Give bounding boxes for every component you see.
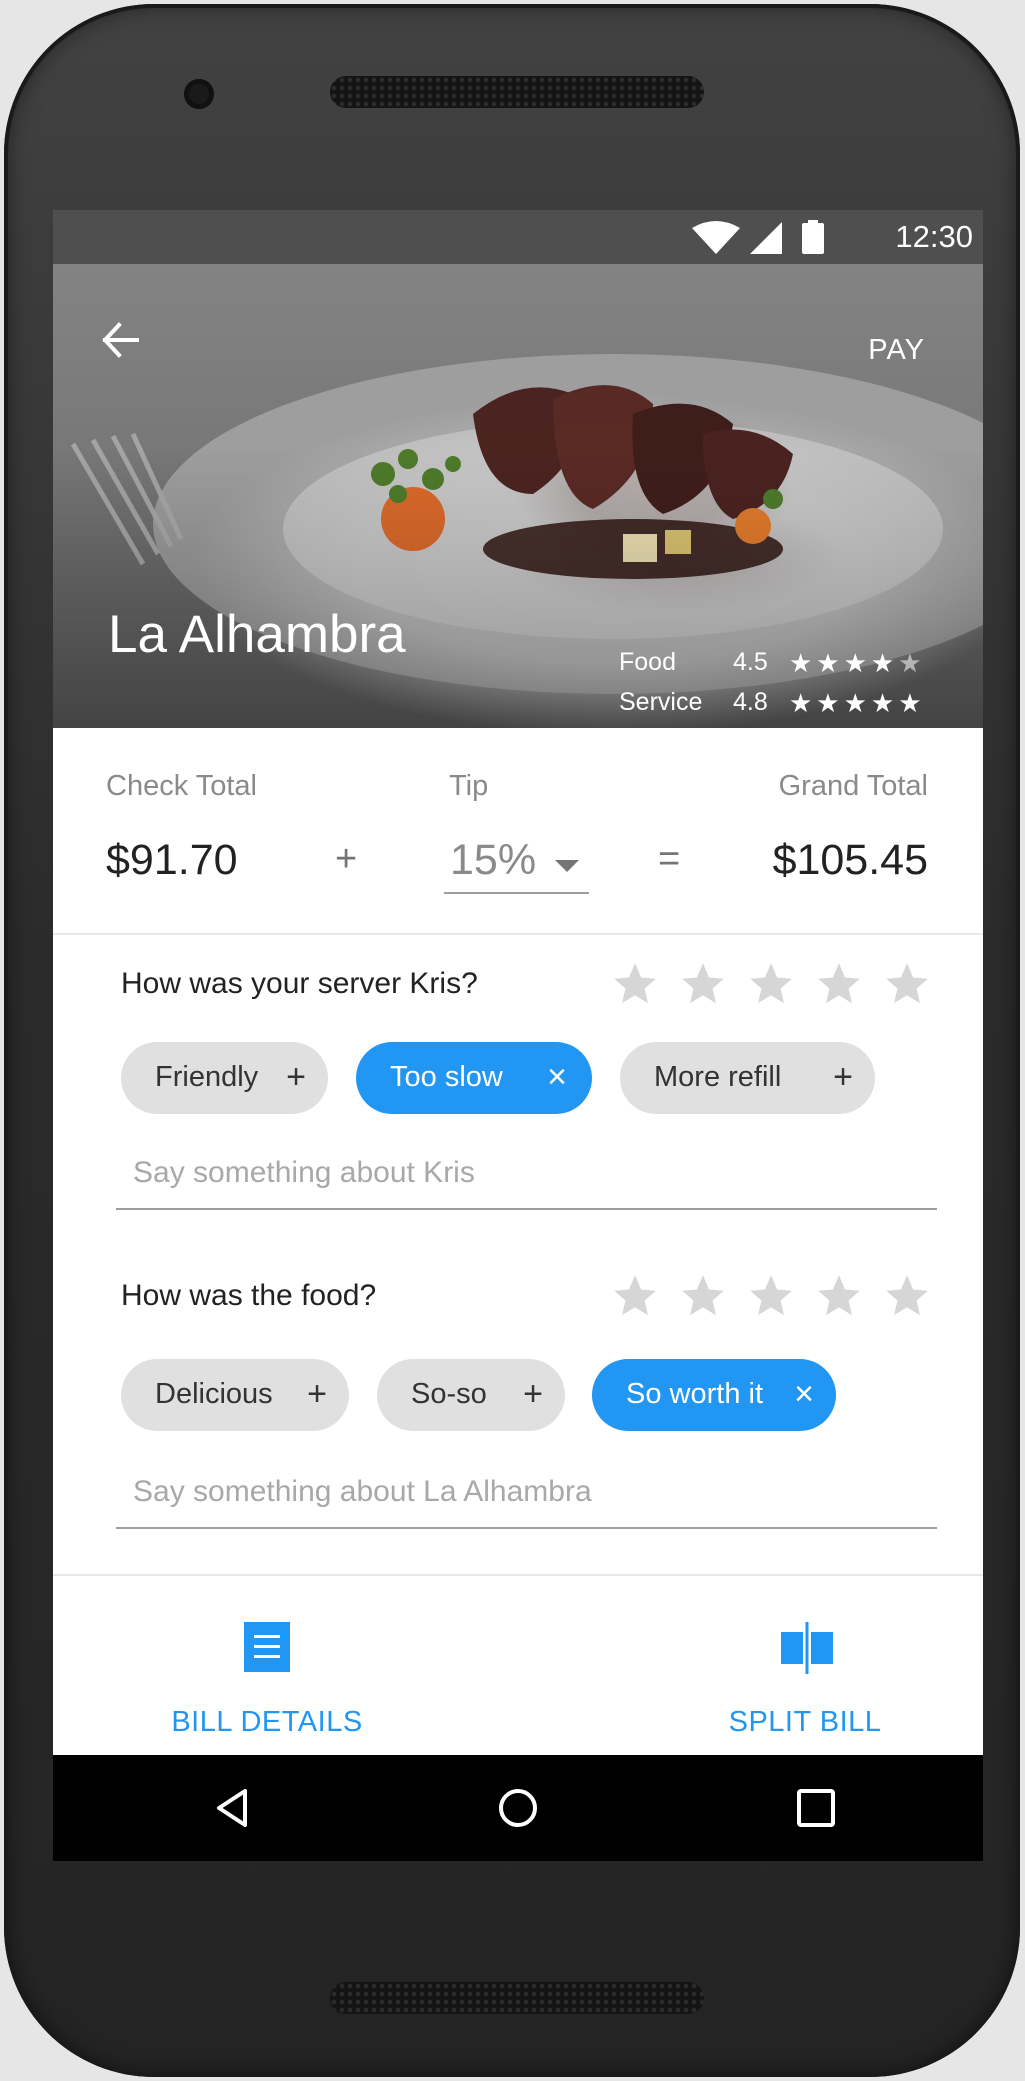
service-rating: Service 4.8 ★★★★★ xyxy=(619,688,959,722)
service-rating-value: 4.8 xyxy=(733,688,768,716)
recents-square-icon[interactable] xyxy=(793,1785,839,1831)
equals-sign: = xyxy=(658,838,681,880)
status-bar: 12:30 xyxy=(53,210,983,264)
tip-label: Tip xyxy=(449,770,489,802)
chip-label: Too slow xyxy=(390,1061,503,1093)
service-rating-stars: ★★★★★ xyxy=(789,688,926,718)
split-icon xyxy=(781,1622,833,1674)
star-icon[interactable] xyxy=(610,1271,660,1321)
food-rating-stars: ★★★★★ xyxy=(789,648,926,678)
status-icons xyxy=(692,220,824,254)
food-star-rating[interactable] xyxy=(610,1271,960,1321)
grand-total-label: Grand Total xyxy=(778,770,928,802)
pay-button[interactable]: PAY xyxy=(868,334,925,367)
wifi-icon xyxy=(692,221,740,254)
food-rating-value: 4.5 xyxy=(733,648,768,676)
food-comment-input[interactable] xyxy=(116,1467,937,1529)
food-question: How was the food? xyxy=(121,1279,377,1312)
front-camera xyxy=(184,79,214,109)
battery-icon xyxy=(802,220,824,254)
star-icon[interactable] xyxy=(610,959,660,1009)
star-icon[interactable] xyxy=(678,1271,728,1321)
chip-so-worth-it[interactable]: So worth it × xyxy=(592,1359,836,1431)
chip-label: More refill xyxy=(654,1061,782,1093)
service-rating-label: Service xyxy=(619,688,703,716)
star-icon[interactable] xyxy=(814,959,864,1009)
grand-total-value: $105.45 xyxy=(772,836,928,884)
server-question: How was your server Kris? xyxy=(121,967,478,1000)
bill-details-label: BILL DETAILS xyxy=(171,1706,363,1738)
close-icon: × xyxy=(794,1375,814,1413)
screen: 12:30 PAY La Alhambra Food 4.5 ★★★★★ Ser… xyxy=(53,210,983,1861)
star-icon[interactable] xyxy=(882,1271,932,1321)
server-comment-input[interactable] xyxy=(116,1148,937,1210)
chip-label: So-so xyxy=(411,1378,487,1410)
status-time: 12:30 xyxy=(895,219,973,254)
tip-dropdown[interactable]: 15% xyxy=(444,830,589,894)
arrow-back-icon[interactable] xyxy=(93,312,149,368)
food-rating-label: Food xyxy=(619,648,676,676)
bottom-speaker xyxy=(330,1982,704,2014)
bill-details-button[interactable]: BILL DETAILS xyxy=(137,1612,397,1752)
tip-value: 15% xyxy=(450,836,537,884)
split-bill-label: SPLIT BILL xyxy=(728,1706,882,1738)
star-icon[interactable] xyxy=(746,1271,796,1321)
star-icon[interactable] xyxy=(882,959,932,1009)
system-nav-bar xyxy=(53,1755,983,1861)
plus-sign: + xyxy=(335,838,358,880)
receipt-list-icon xyxy=(244,1622,290,1672)
check-total-value: $91.70 xyxy=(106,836,238,884)
chip-so-so[interactable]: So-so + xyxy=(377,1359,565,1431)
chip-label: So worth it xyxy=(626,1378,763,1410)
phone-frame: 12:30 PAY La Alhambra Food 4.5 ★★★★★ Ser… xyxy=(4,4,1020,2077)
cell-signal-icon xyxy=(750,222,782,254)
earpiece-speaker xyxy=(330,76,704,108)
divider xyxy=(53,933,983,935)
split-bill-button[interactable]: SPLIT BILL xyxy=(675,1612,935,1752)
add-icon: + xyxy=(307,1375,327,1413)
caret-down-icon xyxy=(555,860,579,872)
restaurant-name: La Alhambra xyxy=(108,605,406,664)
divider xyxy=(53,1574,983,1576)
star-icon[interactable] xyxy=(746,959,796,1009)
chip-too-slow[interactable]: Too slow × xyxy=(356,1042,592,1114)
add-icon: + xyxy=(833,1058,853,1096)
food-rating: Food 4.5 ★★★★★ xyxy=(619,648,959,682)
star-icon[interactable] xyxy=(678,959,728,1009)
star-icon[interactable] xyxy=(814,1271,864,1321)
add-icon: + xyxy=(286,1058,306,1096)
back-triangle-icon[interactable] xyxy=(209,1785,255,1831)
check-total-label: Check Total xyxy=(106,770,257,802)
chip-delicious[interactable]: Delicious + xyxy=(121,1359,349,1431)
chip-friendly[interactable]: Friendly + xyxy=(121,1042,328,1114)
server-star-rating[interactable] xyxy=(610,959,960,1009)
close-icon: × xyxy=(547,1058,567,1096)
chip-label: Friendly xyxy=(155,1061,259,1093)
chip-label: Delicious xyxy=(155,1378,273,1410)
home-circle-icon[interactable] xyxy=(495,1785,541,1831)
add-icon: + xyxy=(523,1375,543,1413)
hero-image: PAY La Alhambra Food 4.5 ★★★★★ Service 4… xyxy=(53,264,983,728)
chip-more-refill[interactable]: More refill + xyxy=(620,1042,875,1114)
